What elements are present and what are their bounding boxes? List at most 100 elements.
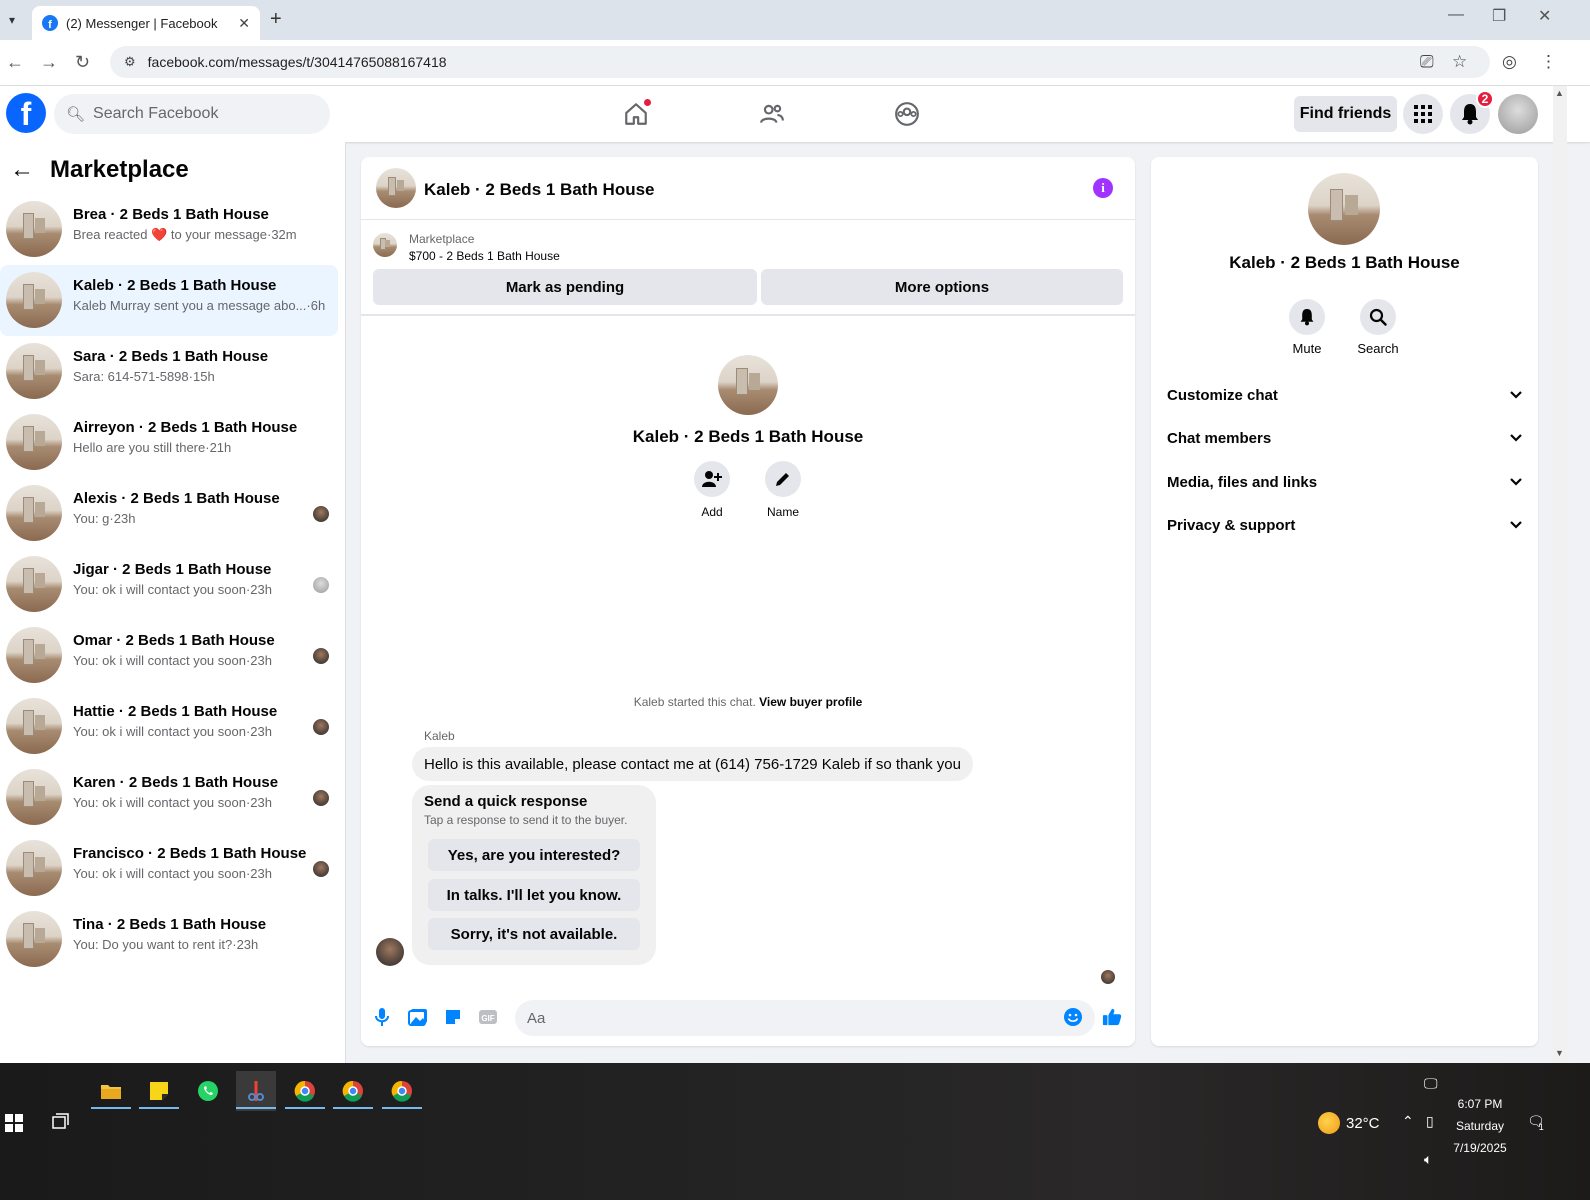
started-text: Kaleb started this chat. — [633, 695, 756, 709]
chat-started-notice: Kaleb started this chat. View buyer prof… — [361, 695, 1135, 709]
bookmark-star-icon[interactable]: ☆ — [1452, 52, 1467, 72]
install-app-icon[interactable]: ⎚ — [1420, 52, 1434, 72]
conversation-item[interactable]: Tina · 2 Beds 1 Bath House You: Do you w… — [0, 904, 338, 975]
scroll-up-icon[interactable]: ▲ — [1555, 88, 1564, 98]
quick-response-button[interactable]: Yes, are you interested? — [428, 839, 640, 871]
chat-intro: Kaleb · 2 Beds 1 Bath House — [361, 355, 1135, 447]
chrome-profile-icon[interactable] — [285, 1071, 325, 1111]
network-display-icon[interactable]: 🖵 — [1424, 1075, 1438, 1092]
mark-as-pending-button[interactable]: Mark as pending — [373, 269, 757, 305]
browser-tab[interactable]: f (2) Messenger | Facebook ✕ — [32, 6, 260, 40]
reload-icon[interactable]: ↻ — [75, 52, 90, 73]
browser-menu-icon[interactable]: ⋮ — [1540, 52, 1557, 72]
device-icon[interactable]: ▯ — [1426, 1113, 1434, 1130]
chrome-profile-icon[interactable] — [382, 1071, 422, 1111]
account-avatar[interactable] — [1498, 94, 1538, 134]
snippet-time: ·32m — [266, 227, 297, 242]
volume-icon[interactable]: 🔈︎ — [1424, 1151, 1432, 1168]
forward-icon[interactable]: → — [40, 52, 58, 73]
customize-chat-section[interactable]: Customize chat — [1167, 381, 1523, 409]
page-scrollbar[interactable]: ▲ ▼ — [1553, 86, 1567, 1063]
groups-nav-icon[interactable] — [891, 98, 923, 130]
chat-members-section[interactable]: Chat members — [1167, 424, 1523, 452]
new-tab-icon[interactable]: + — [270, 8, 282, 31]
conversation-item[interactable]: Alexis · 2 Beds 1 Bath House You: g·23h — [0, 478, 338, 549]
window-close-icon[interactable]: ✕ — [1538, 6, 1551, 26]
notification-center-icon[interactable]: 🗨1 — [1527, 1113, 1550, 1132]
conversation-item-active[interactable]: Kaleb · 2 Beds 1 Bath House Kaleb Murray… — [0, 265, 338, 336]
privacy-support-section[interactable]: Privacy & support — [1167, 511, 1523, 539]
conversation-item[interactable]: Sara · 2 Beds 1 Bath House Sara: 614-571… — [0, 336, 338, 407]
emoji-icon[interactable] — [1063, 1007, 1083, 1027]
conversation-name: Sara · 2 Beds 1 Bath House — [73, 348, 269, 365]
find-friends-button[interactable]: Find friends — [1294, 96, 1397, 132]
minimize-icon[interactable]: — — [1448, 6, 1464, 24]
conversation-item[interactable]: Francisco · 2 Beds 1 Bath House You: ok … — [0, 833, 338, 904]
chat-title[interactable]: Kaleb · 2 Beds 1 Bath House — [424, 180, 655, 200]
intro-thumbnail — [718, 355, 778, 415]
conversation-item[interactable]: Jigar · 2 Beds 1 Bath House You: ok i wi… — [0, 549, 338, 620]
snippet-text: You: ok i will contact you soon — [73, 866, 246, 881]
whatsapp-icon[interactable] — [188, 1071, 228, 1111]
restore-icon[interactable]: ❐ — [1492, 6, 1506, 26]
search-in-conversation-button[interactable]: Search — [1348, 299, 1408, 356]
mute-button[interactable]: Mute — [1277, 299, 1337, 356]
tab-search-chevron-icon[interactable]: ▾ — [0, 8, 24, 32]
menu-grid-icon[interactable] — [1403, 94, 1443, 134]
back-arrow-icon[interactable]: ← — [10, 156, 34, 184]
incoming-message[interactable]: Hello is this available, please contact … — [412, 747, 973, 781]
message-input[interactable]: Aa — [515, 1000, 1095, 1036]
snippet-time: ·21h — [205, 440, 232, 455]
chat-header: Kaleb · 2 Beds 1 Bath House i — [361, 157, 1135, 220]
chrome-profile-icon[interactable] — [333, 1071, 373, 1111]
partly-cloudy-icon — [1318, 1112, 1340, 1134]
listing-thumbnail — [6, 556, 62, 612]
gif-icon[interactable]: GIF — [478, 1007, 498, 1027]
name-chat-button[interactable]: Name — [765, 461, 801, 519]
quick-response-button[interactable]: Sorry, it's not available. — [428, 918, 640, 950]
conversation-info-icon[interactable]: i — [1093, 178, 1113, 198]
address-bar: ← → ↻ ⚙ facebook.com/messages/t/30414765… — [0, 40, 1590, 86]
snipping-tool-icon[interactable] — [236, 1071, 276, 1111]
facebook-logo-icon[interactable]: f — [6, 93, 46, 133]
microphone-icon[interactable] — [372, 1007, 392, 1027]
system-clock[interactable]: 6:07 PM Saturday 7/19/2025 — [1440, 1093, 1520, 1159]
weather-widget[interactable]: 32°C — [1318, 1112, 1380, 1134]
conversation-item[interactable]: Karen · 2 Beds 1 Bath House You: ok i wi… — [0, 762, 338, 833]
facebook-header: f 🔍︎ Search Facebook Find friends 2 — [0, 86, 1590, 142]
thumbs-up-icon[interactable] — [1102, 1007, 1122, 1027]
url-field[interactable]: ⚙ facebook.com/messages/t/30414765088167… — [110, 46, 1490, 78]
sticker-icon[interactable] — [443, 1007, 463, 1027]
facebook-search-input[interactable]: 🔍︎ Search Facebook — [54, 94, 330, 134]
conversation-item[interactable]: Airreyon · 2 Beds 1 Bath House Hello are… — [0, 407, 338, 478]
back-icon[interactable]: ← — [6, 52, 24, 73]
listing-thumbnail[interactable] — [373, 233, 397, 257]
add-people-button[interactable]: Add — [694, 461, 730, 519]
view-buyer-profile-link[interactable]: View buyer profile — [759, 695, 862, 709]
tab-close-icon[interactable]: ✕ — [238, 15, 250, 32]
scroll-down-icon[interactable]: ▼ — [1555, 1048, 1564, 1058]
task-view-icon[interactable] — [51, 1113, 69, 1136]
conversation-item[interactable]: Hattie · 2 Beds 1 Bath House You: ok i w… — [0, 691, 338, 762]
show-hidden-icons-chevron-icon[interactable]: ⌃ — [1402, 1113, 1414, 1130]
notifications-bell-icon[interactable]: 2 — [1450, 90, 1494, 134]
site-settings-icon[interactable]: ⚙ — [124, 54, 136, 70]
windows-start-icon[interactable] — [5, 1114, 23, 1137]
listing-thumbnail — [6, 485, 62, 541]
seen-avatar — [313, 861, 329, 877]
media-files-links-section[interactable]: Media, files and links — [1167, 468, 1523, 496]
photo-gallery-icon[interactable] — [408, 1007, 428, 1027]
quick-response-button[interactable]: In talks. I'll let you know. — [428, 879, 640, 911]
friends-nav-icon[interactable] — [756, 98, 788, 130]
listing-price[interactable]: $700 - 2 Beds 1 Bath House — [409, 249, 560, 263]
conversation-item[interactable]: Omar · 2 Beds 1 Bath House You: ok i wil… — [0, 620, 338, 691]
conversation-item[interactable]: Brea · 2 Beds 1 Bath House Brea reacted … — [0, 194, 338, 265]
home-nav-icon[interactable] — [620, 98, 652, 130]
chat-thumbnail[interactable] — [376, 168, 416, 208]
svg-text:GIF: GIF — [481, 1014, 494, 1023]
file-explorer-icon[interactable] — [91, 1071, 131, 1111]
sender-avatar[interactable] — [376, 938, 404, 966]
profile-icon[interactable]: ◎ — [1502, 52, 1517, 72]
more-options-button[interactable]: More options — [761, 269, 1123, 305]
sticky-notes-icon[interactable] — [139, 1071, 179, 1111]
